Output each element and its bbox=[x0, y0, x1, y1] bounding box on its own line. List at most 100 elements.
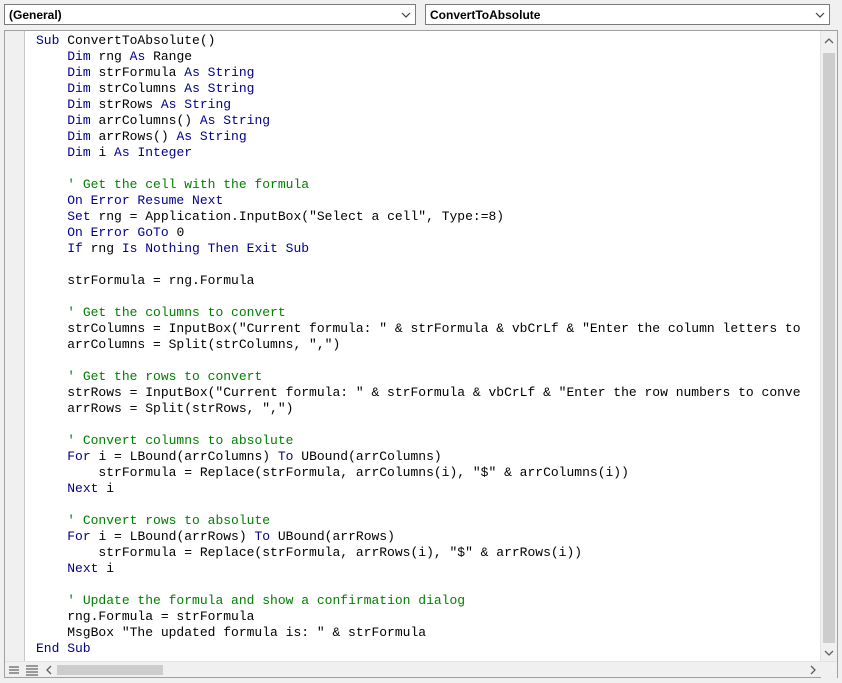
code-keyword: Is Nothing Then Exit Sub bbox=[121, 241, 310, 256]
object-combo[interactable]: (General) bbox=[4, 4, 416, 25]
code-line[interactable]: ' Convert columns to absolute bbox=[36, 433, 801, 449]
code-token: strColumns = InputBox("Current formula: … bbox=[36, 321, 801, 336]
code-line[interactable]: Dim strFormula As String bbox=[36, 65, 801, 81]
vertical-scroll-thumb[interactable] bbox=[823, 53, 835, 643]
scroll-left-icon[interactable] bbox=[41, 662, 57, 678]
code-token: rng bbox=[90, 241, 122, 256]
code-comment: ' Update the formula and show a confirma… bbox=[67, 593, 466, 608]
code-keyword: If bbox=[67, 241, 91, 256]
scroll-down-icon[interactable] bbox=[821, 645, 837, 661]
code-line[interactable]: ' Update the formula and show a confirma… bbox=[36, 593, 801, 609]
code-line[interactable]: ' Get the rows to convert bbox=[36, 369, 801, 385]
code-line[interactable]: Dim i As Integer bbox=[36, 145, 801, 161]
code-keyword: Dim bbox=[67, 97, 99, 112]
scroll-up-icon[interactable] bbox=[821, 33, 837, 49]
code-token: arrRows = Split(strRows, ",") bbox=[36, 401, 294, 416]
code-token: i = LBound(arrColumns) bbox=[98, 449, 278, 464]
code-token: strFormula bbox=[98, 65, 185, 80]
horizontal-scrollbar[interactable] bbox=[41, 662, 821, 678]
code-keyword: Dim bbox=[67, 129, 99, 144]
code-line[interactable]: Dim arrColumns() As String bbox=[36, 113, 801, 129]
chevron-down-icon[interactable] bbox=[400, 8, 412, 20]
code-line[interactable]: arrColumns = Split(strColumns, ",") bbox=[36, 337, 801, 353]
code-line[interactable] bbox=[36, 353, 801, 369]
code-comment: ' Get the rows to convert bbox=[67, 369, 263, 384]
code-line[interactable]: Dim rng As Range bbox=[36, 49, 801, 65]
code-line[interactable]: If rng Is Nothing Then Exit Sub bbox=[36, 241, 801, 257]
code-token: i bbox=[106, 481, 115, 496]
code-line[interactable]: arrRows = Split(strRows, ",") bbox=[36, 401, 801, 417]
procedure-combo[interactable]: ConvertToAbsolute bbox=[425, 4, 830, 25]
object-combo-value: (General) bbox=[9, 8, 62, 22]
code-line[interactable]: On Error Resume Next bbox=[36, 193, 801, 209]
full-module-view-icon[interactable] bbox=[23, 662, 41, 678]
code-line[interactable]: On Error GoTo 0 bbox=[36, 225, 801, 241]
code-line[interactable]: ' Get the columns to convert bbox=[36, 305, 801, 321]
code-line[interactable] bbox=[36, 257, 801, 273]
code-token: Range bbox=[153, 49, 193, 64]
code-keyword: For bbox=[67, 529, 99, 544]
code-line[interactable]: strFormula = rng.Formula bbox=[36, 273, 801, 289]
code-line[interactable]: rng.Formula = strFormula bbox=[36, 609, 801, 625]
code-line[interactable]: Next i bbox=[36, 481, 801, 497]
code-text[interactable]: Sub ConvertToAbsolute() Dim rng As Range… bbox=[36, 33, 801, 657]
code-keyword: Dim bbox=[67, 65, 99, 80]
code-keyword: As String bbox=[184, 81, 255, 96]
code-keyword: To bbox=[254, 529, 278, 544]
scroll-right-icon[interactable] bbox=[805, 662, 821, 678]
code-line[interactable]: For i = LBound(arrColumns) To UBound(arr… bbox=[36, 449, 801, 465]
code-keyword: Set bbox=[67, 209, 99, 224]
code-token: strColumns bbox=[98, 81, 185, 96]
code-token: rng.Formula = strFormula bbox=[36, 609, 255, 624]
code-token: i bbox=[98, 145, 115, 160]
code-keyword: End Sub bbox=[36, 641, 91, 656]
chevron-down-icon[interactable] bbox=[814, 8, 826, 20]
code-line[interactable]: Set rng = Application.InputBox("Select a… bbox=[36, 209, 801, 225]
vertical-scrollbar[interactable] bbox=[820, 31, 837, 661]
code-line[interactable]: strFormula = Replace(strFormula, arrColu… bbox=[36, 465, 801, 481]
code-line[interactable]: ' Get the cell with the formula bbox=[36, 177, 801, 193]
procedure-combo-value: ConvertToAbsolute bbox=[430, 8, 541, 22]
margin-indicator-bar[interactable] bbox=[5, 31, 25, 661]
horizontal-scroll-thumb[interactable] bbox=[57, 665, 163, 675]
code-line[interactable]: MsgBox "The updated formula is: " & strF… bbox=[36, 625, 801, 641]
code-line[interactable]: End Sub bbox=[36, 641, 801, 657]
code-line[interactable] bbox=[36, 289, 801, 305]
code-line[interactable]: strRows = InputBox("Current formula: " &… bbox=[36, 385, 801, 401]
code-line[interactable]: Dim strColumns As String bbox=[36, 81, 801, 97]
code-token: strFormula = Replace(strFormula, arrRows… bbox=[36, 545, 583, 560]
code-line[interactable] bbox=[36, 417, 801, 433]
code-line[interactable]: For i = LBound(arrRows) To UBound(arrRow… bbox=[36, 529, 801, 545]
code-line[interactable] bbox=[36, 497, 801, 513]
code-keyword: As bbox=[129, 49, 154, 64]
code-token: ConvertToAbsolute() bbox=[67, 33, 216, 48]
code-line[interactable]: strFormula = Replace(strFormula, arrRows… bbox=[36, 545, 801, 561]
code-keyword: To bbox=[277, 449, 302, 464]
code-token: arrRows() bbox=[98, 129, 177, 144]
code-line[interactable]: strColumns = InputBox("Current formula: … bbox=[36, 321, 801, 337]
code-line[interactable]: Sub ConvertToAbsolute() bbox=[36, 33, 801, 49]
code-line[interactable]: Dim strRows As String bbox=[36, 97, 801, 113]
code-token: strRows = InputBox("Current formula: " &… bbox=[36, 385, 801, 400]
code-editor[interactable]: Sub ConvertToAbsolute() Dim rng As Range… bbox=[25, 31, 821, 661]
code-line[interactable] bbox=[36, 161, 801, 177]
code-line[interactable]: Dim arrRows() As String bbox=[36, 129, 801, 145]
code-line[interactable]: ' Convert rows to absolute bbox=[36, 513, 801, 529]
code-keyword: Dim bbox=[67, 81, 99, 96]
code-comment: ' Convert columns to absolute bbox=[67, 433, 294, 448]
code-line[interactable]: Next i bbox=[36, 561, 801, 577]
procedure-view-icon[interactable] bbox=[5, 662, 23, 678]
code-keyword: Dim bbox=[67, 49, 99, 64]
code-line[interactable] bbox=[36, 577, 801, 593]
code-token: 0 bbox=[176, 225, 185, 240]
